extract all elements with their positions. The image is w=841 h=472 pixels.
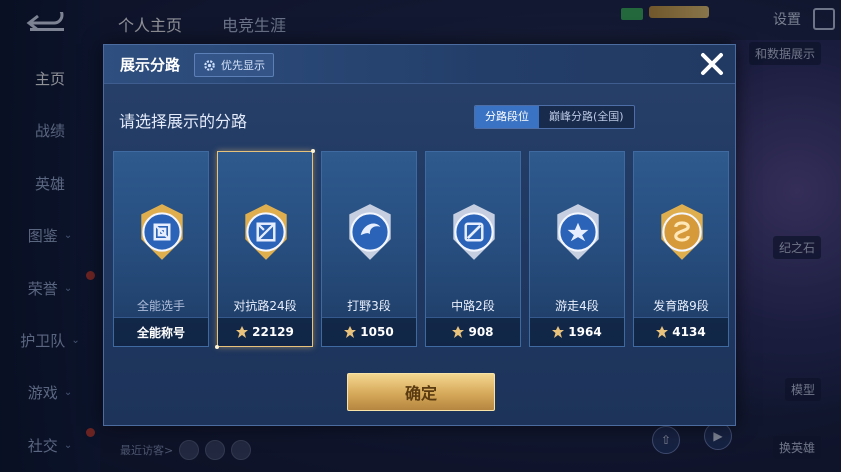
lane-card-footer: 1050: [322, 317, 416, 346]
priority-display-label: 优先显示: [221, 59, 265, 72]
roam-emblem-icon: [557, 204, 599, 260]
lane-card-2[interactable]: 打野3段 1050: [321, 151, 417, 347]
lane-card-footer: 全能称号: [114, 317, 208, 346]
rank-points-icon: [236, 326, 249, 338]
gear-icon: [204, 59, 215, 71]
lane-card-name: 中路2段: [451, 299, 495, 313]
close-icon[interactable]: [697, 49, 727, 79]
lane-card-name: 发育路9段: [653, 299, 709, 313]
rank-points-value: 4134: [672, 325, 706, 339]
mid-lane-emblem-icon: [453, 204, 495, 260]
selection-corner-marker: [215, 345, 219, 349]
confirm-button[interactable]: 确定: [347, 373, 495, 411]
priority-display-button[interactable]: 优先显示: [194, 53, 274, 77]
farm-lane-emblem-icon: [661, 204, 703, 260]
lane-card-footer: 22129: [218, 317, 312, 346]
lane-card-name: 全能选手: [136, 299, 185, 313]
tab-peak-lane-national[interactable]: 巅峰分路(全国): [539, 106, 634, 128]
jungle-emblem-icon: [349, 204, 391, 260]
lane-card-3[interactable]: 中路2段 908: [425, 151, 521, 347]
ranking-segment-control: 分路段位 巅峰分路(全国): [474, 105, 635, 129]
lane-card-4[interactable]: 游走4段 1964: [529, 151, 625, 347]
all-round-emblem-icon: [141, 204, 183, 260]
lane-card-1[interactable]: 对抗路24段 22129: [215, 149, 315, 349]
lane-card-name: 对抗路24段: [233, 299, 297, 313]
dialog-header: 展示分路 优先显示: [104, 45, 735, 84]
select-lane-prompt: 请选择展示的分路: [119, 112, 248, 131]
rank-points-icon: [552, 326, 565, 338]
lane-card-0[interactable]: 全能选手 全能称号: [113, 151, 209, 347]
rank-points-icon: [344, 326, 357, 338]
clash-lane-emblem-icon: [245, 204, 287, 260]
lane-card-name: 游走4段: [555, 299, 599, 313]
tab-lane-rank[interactable]: 分路段位: [475, 106, 539, 128]
dialog-title: 展示分路: [120, 56, 181, 74]
rank-points-value: 1964: [568, 325, 602, 339]
lane-card-name: 打野3段: [347, 299, 391, 313]
lane-card-footer: 908: [426, 317, 520, 346]
rank-points-value: 908: [468, 325, 494, 339]
selection-corner-marker: [311, 149, 315, 153]
rank-points-icon: [656, 326, 669, 338]
lane-card-5[interactable]: 发育路9段 4134: [633, 151, 729, 347]
lane-card-footer: 4134: [634, 317, 728, 346]
rank-points-value: 1050: [360, 325, 394, 339]
lane-display-dialog: 展示分路 优先显示 请选择展示的分路 分路段位 巅峰分路(全国) 全能选手全能称…: [103, 44, 736, 426]
lane-card-footer: 1964: [530, 317, 624, 346]
rank-points-value: 22129: [252, 325, 294, 339]
lane-card-footer-label: 全能称号: [136, 325, 185, 340]
rank-points-icon: [452, 326, 465, 338]
